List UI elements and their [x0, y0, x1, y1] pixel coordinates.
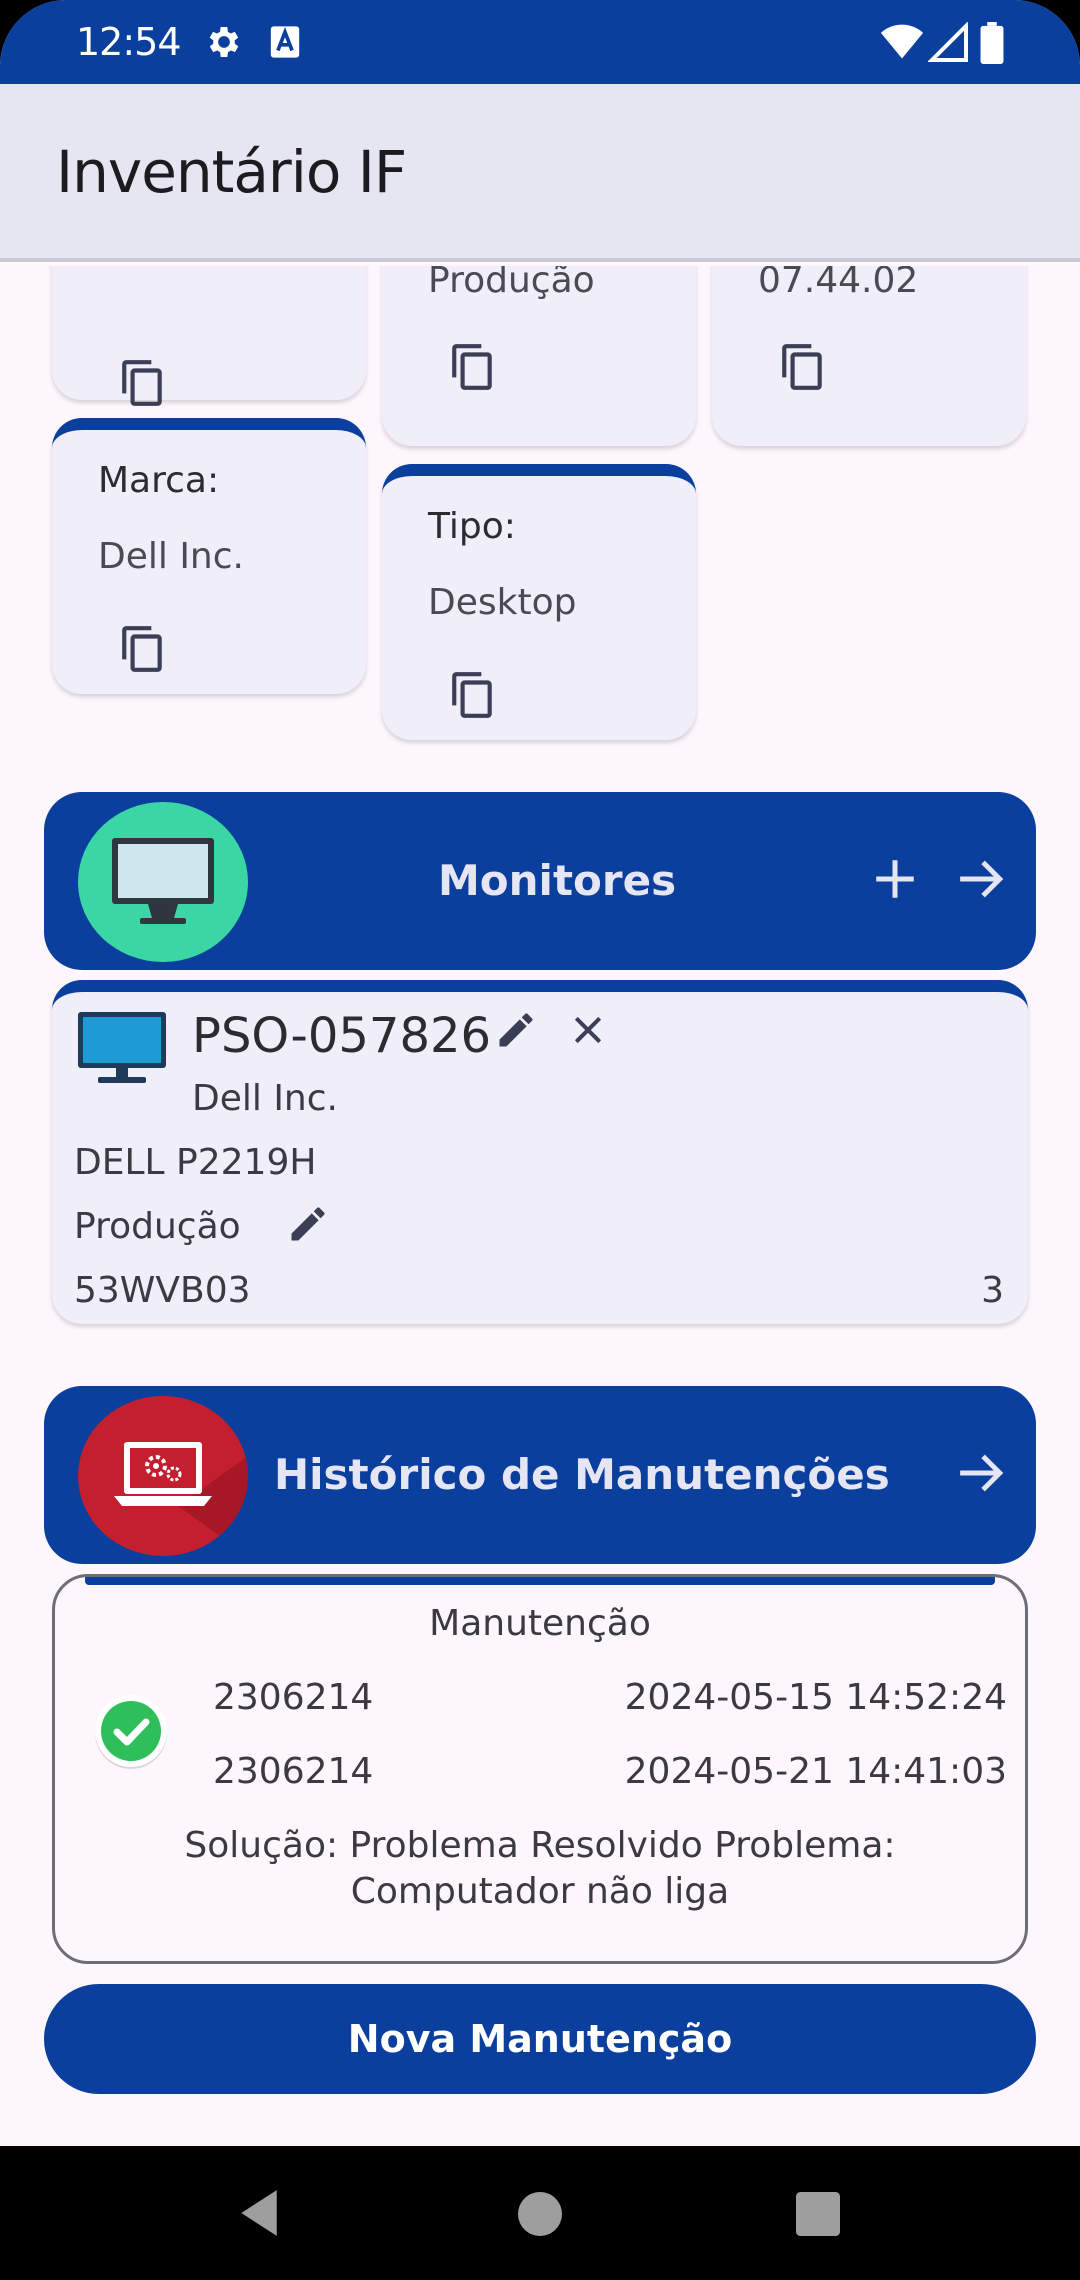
maintenance-id-2: 2306214 — [213, 1751, 374, 1792]
info-card-brand: Marca: Dell Inc. — [52, 418, 366, 694]
maintenance-card-accent — [85, 1577, 995, 1585]
card-value: Desktop — [428, 582, 577, 623]
info-card — [52, 266, 366, 406]
recents-icon[interactable] — [796, 2192, 840, 2236]
monitor-card[interactable]: PSO-057826 Dell Inc. DELL P2219H Produçã… — [52, 980, 1028, 1324]
app-title: Inventário IF — [56, 138, 407, 206]
monitor-brand: Dell Inc. — [192, 1078, 338, 1119]
info-card: 07.44.02 — [712, 266, 1026, 446]
copy-icon[interactable] — [778, 342, 828, 392]
card-value: Dell Inc. — [98, 536, 244, 577]
add-icon[interactable] — [870, 854, 920, 904]
info-card: Produção — [382, 266, 696, 446]
navigation-bar — [0, 2146, 1080, 2280]
home-icon[interactable] — [518, 2192, 562, 2236]
maintenance-avatar — [78, 1396, 248, 1556]
card-value: Produção — [428, 266, 595, 301]
laptop-gears-icon — [114, 1442, 248, 1556]
maintenance-date-2: 2024-05-21 14:41:03 — [624, 1751, 1007, 1792]
screen: 12:54 Inventário IF Produção 07.44.02 Ma… — [0, 0, 1080, 2280]
maintenance-heading: Manutenção — [429, 1603, 651, 1644]
maintenance-section-header: Histórico de Manutenções — [44, 1386, 1036, 1564]
monitors-section-header: Monitores — [44, 792, 1036, 970]
battery-icon — [980, 22, 1004, 64]
arrow-right-icon[interactable] — [954, 854, 1008, 904]
close-icon[interactable] — [568, 1010, 608, 1050]
scroll-content[interactable]: Produção 07.44.02 Marca: Dell Inc. Tipo:… — [0, 266, 1080, 2146]
card-label: Tipo: — [428, 506, 516, 547]
status-time: 12:54 — [76, 20, 182, 64]
monitor-serial: 53WVB03 — [74, 1270, 251, 1311]
copy-icon[interactable] — [118, 358, 168, 408]
accessibility-app-icon — [270, 26, 300, 58]
copy-icon[interactable] — [118, 624, 168, 674]
new-maintenance-button[interactable]: Nova Manutenção — [44, 1984, 1036, 2094]
maintenance-card[interactable]: Manutenção 2306214 2024-05-15 14:52:24 2… — [52, 1574, 1028, 1964]
copy-icon[interactable] — [448, 670, 498, 720]
monitor-status: Produção — [74, 1206, 241, 1247]
info-card-type: Tipo: Desktop — [382, 464, 696, 740]
maintenance-section-title: Histórico de Manutenções — [274, 1450, 890, 1499]
maintenance-description: Solução: Problema Resolvido Problema: Co… — [184, 1825, 896, 1912]
back-icon[interactable] — [236, 2188, 280, 2238]
arrow-right-icon[interactable] — [954, 1448, 1008, 1498]
card-label: Marca: — [98, 460, 220, 501]
monitors-section-title: Monitores — [438, 856, 677, 905]
maintenance-date-1: 2024-05-15 14:52:24 — [624, 1677, 1007, 1718]
desktop-monitor-icon — [112, 838, 214, 924]
monitor-code: PSO-057826 — [192, 1008, 492, 1064]
settings-icon — [209, 27, 239, 57]
monitor-model: DELL P2219H — [74, 1142, 317, 1183]
edit-status-icon[interactable] — [286, 1202, 330, 1246]
monitor-count: 3 — [981, 1270, 1004, 1311]
cell-signal-icon — [928, 22, 968, 62]
wifi-icon — [880, 24, 924, 59]
edit-icon[interactable] — [494, 1008, 538, 1052]
monitor-icon — [78, 1012, 166, 1083]
maintenance-id-1: 2306214 — [213, 1677, 374, 1718]
copy-icon[interactable] — [448, 342, 498, 392]
check-circle-icon — [95, 1695, 167, 1769]
app-bar: Inventário IF — [0, 84, 1080, 262]
monitor-avatar — [78, 802, 248, 962]
status-bar: 12:54 — [0, 0, 1080, 84]
card-value: 07.44.02 — [758, 266, 919, 301]
